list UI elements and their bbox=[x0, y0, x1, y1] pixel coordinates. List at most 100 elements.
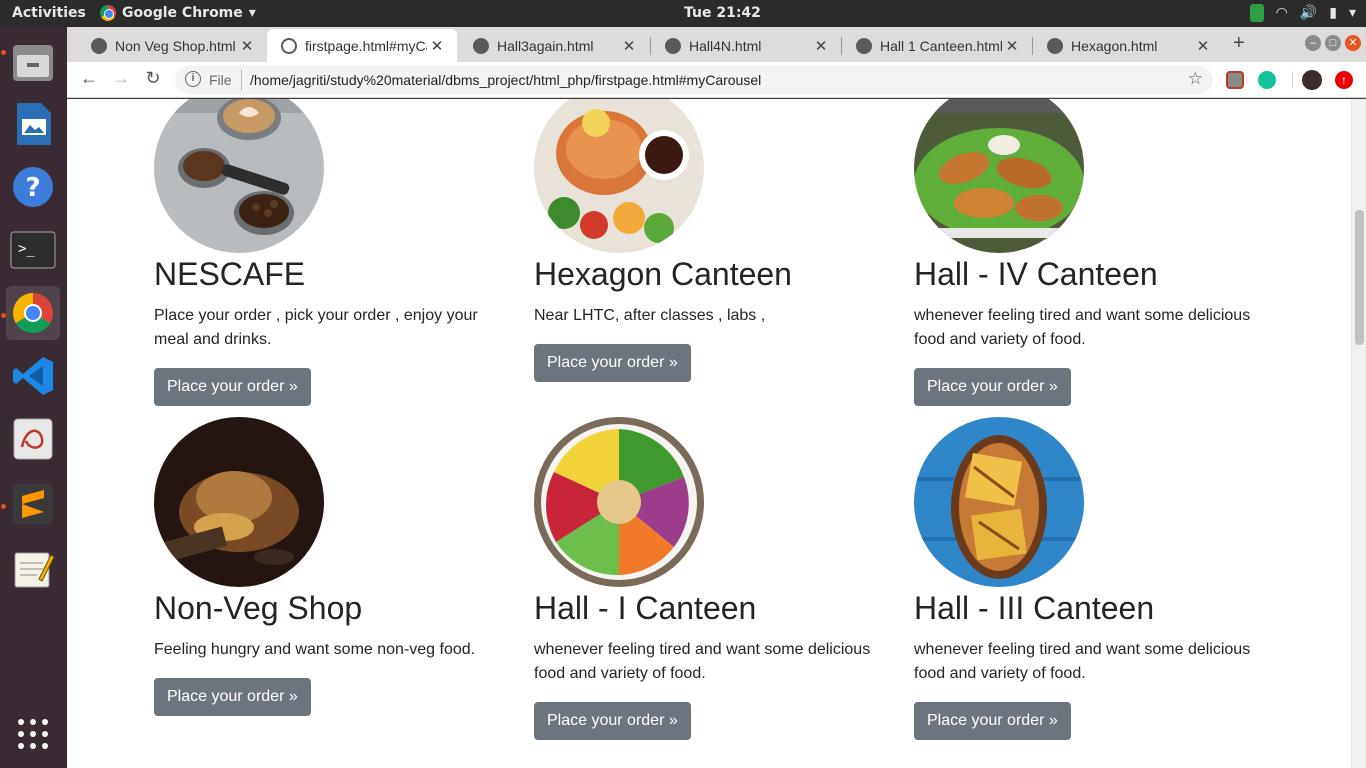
tab-label: Hall 1 Canteen.html bbox=[880, 37, 1002, 54]
place-order-button[interactable]: Place your order » bbox=[914, 368, 1071, 406]
card-description: Place your order , pick your order , enj… bbox=[154, 307, 478, 348]
tab-label: Hall4N.html bbox=[689, 37, 762, 54]
chevron-down-icon: ▾ bbox=[248, 5, 256, 21]
card-title: Hall - I Canteen bbox=[534, 590, 757, 626]
tab-hall3again[interactable]: Hall3again.html ✕ bbox=[459, 29, 649, 62]
card-hall-i-canteen: Hall - I Canteen whenever feeling tired … bbox=[534, 417, 894, 740]
show-applications-button[interactable] bbox=[6, 707, 60, 761]
vscode-launcher[interactable] bbox=[6, 349, 60, 403]
close-icon[interactable]: ✕ bbox=[427, 37, 447, 55]
nonveg-dish-photo bbox=[154, 417, 324, 587]
card-description: whenever feeling tired and want some del… bbox=[914, 307, 1251, 348]
fried-chicken-photo bbox=[914, 99, 1084, 253]
page-favicon-icon bbox=[856, 37, 872, 54]
scheme-label: File bbox=[209, 72, 232, 88]
place-order-button[interactable]: Place your order » bbox=[534, 702, 691, 740]
page-favicon-icon bbox=[1047, 37, 1063, 54]
minimize-button[interactable]: – bbox=[1305, 35, 1321, 51]
terminal-launcher[interactable]: >_ bbox=[6, 223, 60, 277]
url-text[interactable]: /home/jagriti/study%20material/dbms_proj… bbox=[250, 72, 761, 88]
clock[interactable]: Tue 21:42 bbox=[684, 5, 761, 21]
card-non-veg-shop: Non-Veg Shop Feeling hungry and want som… bbox=[154, 417, 514, 716]
place-order-button[interactable]: Place your order » bbox=[154, 678, 311, 716]
tab-label: Non Veg Shop.html bbox=[115, 37, 236, 54]
writer-launcher[interactable] bbox=[6, 97, 60, 151]
svg-text:?: ? bbox=[25, 173, 40, 203]
files-launcher[interactable] bbox=[6, 35, 60, 89]
tab-label: firstpage.html#myCarousel bbox=[305, 37, 427, 54]
chrome-launcher[interactable] bbox=[6, 286, 60, 340]
volume-icon[interactable]: 🔊 bbox=[1300, 5, 1317, 21]
document-viewer-launcher[interactable] bbox=[6, 412, 60, 466]
vscode-icon bbox=[13, 357, 53, 395]
back-button[interactable]: ← bbox=[77, 68, 101, 89]
close-icon[interactable]: ✕ bbox=[811, 37, 831, 55]
close-icon[interactable]: ✕ bbox=[237, 37, 257, 55]
close-window-button[interactable]: ✕ bbox=[1345, 35, 1361, 51]
chrome-icon bbox=[13, 293, 53, 333]
card-nescafe: NESCAFE Place your order , pick your ord… bbox=[154, 99, 514, 406]
help-icon: ? bbox=[13, 167, 53, 207]
terminal-icon: >_ bbox=[10, 231, 56, 269]
files-icon bbox=[13, 45, 53, 81]
app-menu[interactable]: Google Chrome ▾ bbox=[100, 5, 256, 21]
bookmark-star-icon[interactable]: ☆ bbox=[1188, 69, 1203, 89]
globe-icon bbox=[281, 37, 297, 54]
card-description: whenever feeling tired and want some del… bbox=[534, 641, 871, 682]
card-description: Feeling hungry and want some non-veg foo… bbox=[154, 641, 476, 658]
app-grid-icon bbox=[18, 719, 48, 749]
card-description: Near LHTC, after classes , labs , bbox=[534, 307, 766, 324]
divider bbox=[241, 70, 242, 90]
scrollbar-thumb[interactable] bbox=[1355, 210, 1364, 345]
tab-strip: Non Veg Shop.html ✕ firstpage.html#myCar… bbox=[67, 27, 1366, 62]
new-tab-button[interactable]: + bbox=[1233, 32, 1245, 55]
text-editor-icon bbox=[14, 552, 55, 588]
place-order-button[interactable]: Place your order » bbox=[534, 344, 691, 382]
grammarly-icon[interactable] bbox=[1258, 71, 1276, 89]
writer-icon bbox=[17, 103, 51, 145]
reload-button[interactable]: ↻ bbox=[141, 68, 165, 89]
page-viewport: NESCAFE Place your order , pick your ord… bbox=[67, 99, 1366, 768]
tab-label: Hall3again.html bbox=[497, 37, 594, 54]
activities-button[interactable]: Activities bbox=[12, 5, 86, 21]
wifi-icon[interactable]: ◠ bbox=[1276, 5, 1288, 21]
page-favicon-icon bbox=[665, 37, 681, 54]
place-order-button[interactable]: Place your order » bbox=[914, 702, 1071, 740]
card-title: NESCAFE bbox=[154, 256, 306, 292]
update-icon[interactable]: ↑ bbox=[1335, 71, 1353, 89]
sublime-icon bbox=[13, 484, 53, 524]
tab-non-veg-shop[interactable]: Non Veg Shop.html ✕ bbox=[77, 29, 267, 62]
maximize-button[interactable]: □ bbox=[1325, 35, 1341, 51]
extension-icon[interactable] bbox=[1226, 71, 1244, 89]
tab-firstpage[interactable]: firstpage.html#myCarousel ✕ bbox=[267, 29, 457, 62]
sublime-launcher[interactable] bbox=[6, 477, 60, 531]
card-hexagon-canteen: Hexagon Canteen Near LHTC, after classes… bbox=[534, 99, 894, 382]
system-tray[interactable]: ◠ 🔊 ▮ ▾ bbox=[1249, 4, 1356, 22]
page-favicon-icon bbox=[473, 37, 489, 54]
help-launcher[interactable]: ? bbox=[6, 160, 60, 214]
tab-hexagon[interactable]: Hexagon.html ✕ bbox=[1033, 29, 1223, 62]
salad-bowl-photo bbox=[534, 417, 704, 587]
tab-hall-1-canteen[interactable]: Hall 1 Canteen.html ✕ bbox=[842, 29, 1032, 62]
profile-avatar[interactable] bbox=[1302, 70, 1322, 90]
chevron-down-icon[interactable]: ▾ bbox=[1349, 5, 1356, 21]
address-bar[interactable]: i File /home/jagriti/study%20material/db… bbox=[175, 66, 1213, 94]
browser-toolbar: ← → ↻ i File /home/jagriti/study%20mater… bbox=[67, 62, 1366, 98]
document-viewer-icon bbox=[13, 418, 53, 460]
close-icon[interactable]: ✕ bbox=[619, 37, 639, 55]
close-icon[interactable]: ✕ bbox=[1002, 37, 1022, 55]
app-indicator-icon[interactable] bbox=[1249, 4, 1264, 22]
card-title: Hall - IV Canteen bbox=[914, 256, 1158, 292]
info-icon[interactable]: i bbox=[185, 71, 201, 87]
place-order-button[interactable]: Place your order » bbox=[154, 368, 311, 406]
card-hall-iii-canteen: Hall - III Canteen whenever feeling tire… bbox=[914, 417, 1274, 740]
close-icon[interactable]: ✕ bbox=[1193, 37, 1213, 55]
svg-text:>_: >_ bbox=[18, 241, 35, 257]
tab-hall4n[interactable]: Hall4N.html ✕ bbox=[651, 29, 841, 62]
text-editor-launcher[interactable] bbox=[6, 542, 60, 596]
battery-icon[interactable]: ▮ bbox=[1329, 5, 1337, 21]
card-title: Hexagon Canteen bbox=[534, 256, 792, 292]
card-description: whenever feeling tired and want some del… bbox=[914, 641, 1251, 682]
page-scrollbar[interactable] bbox=[1351, 99, 1366, 768]
forward-button[interactable]: → bbox=[109, 68, 133, 89]
